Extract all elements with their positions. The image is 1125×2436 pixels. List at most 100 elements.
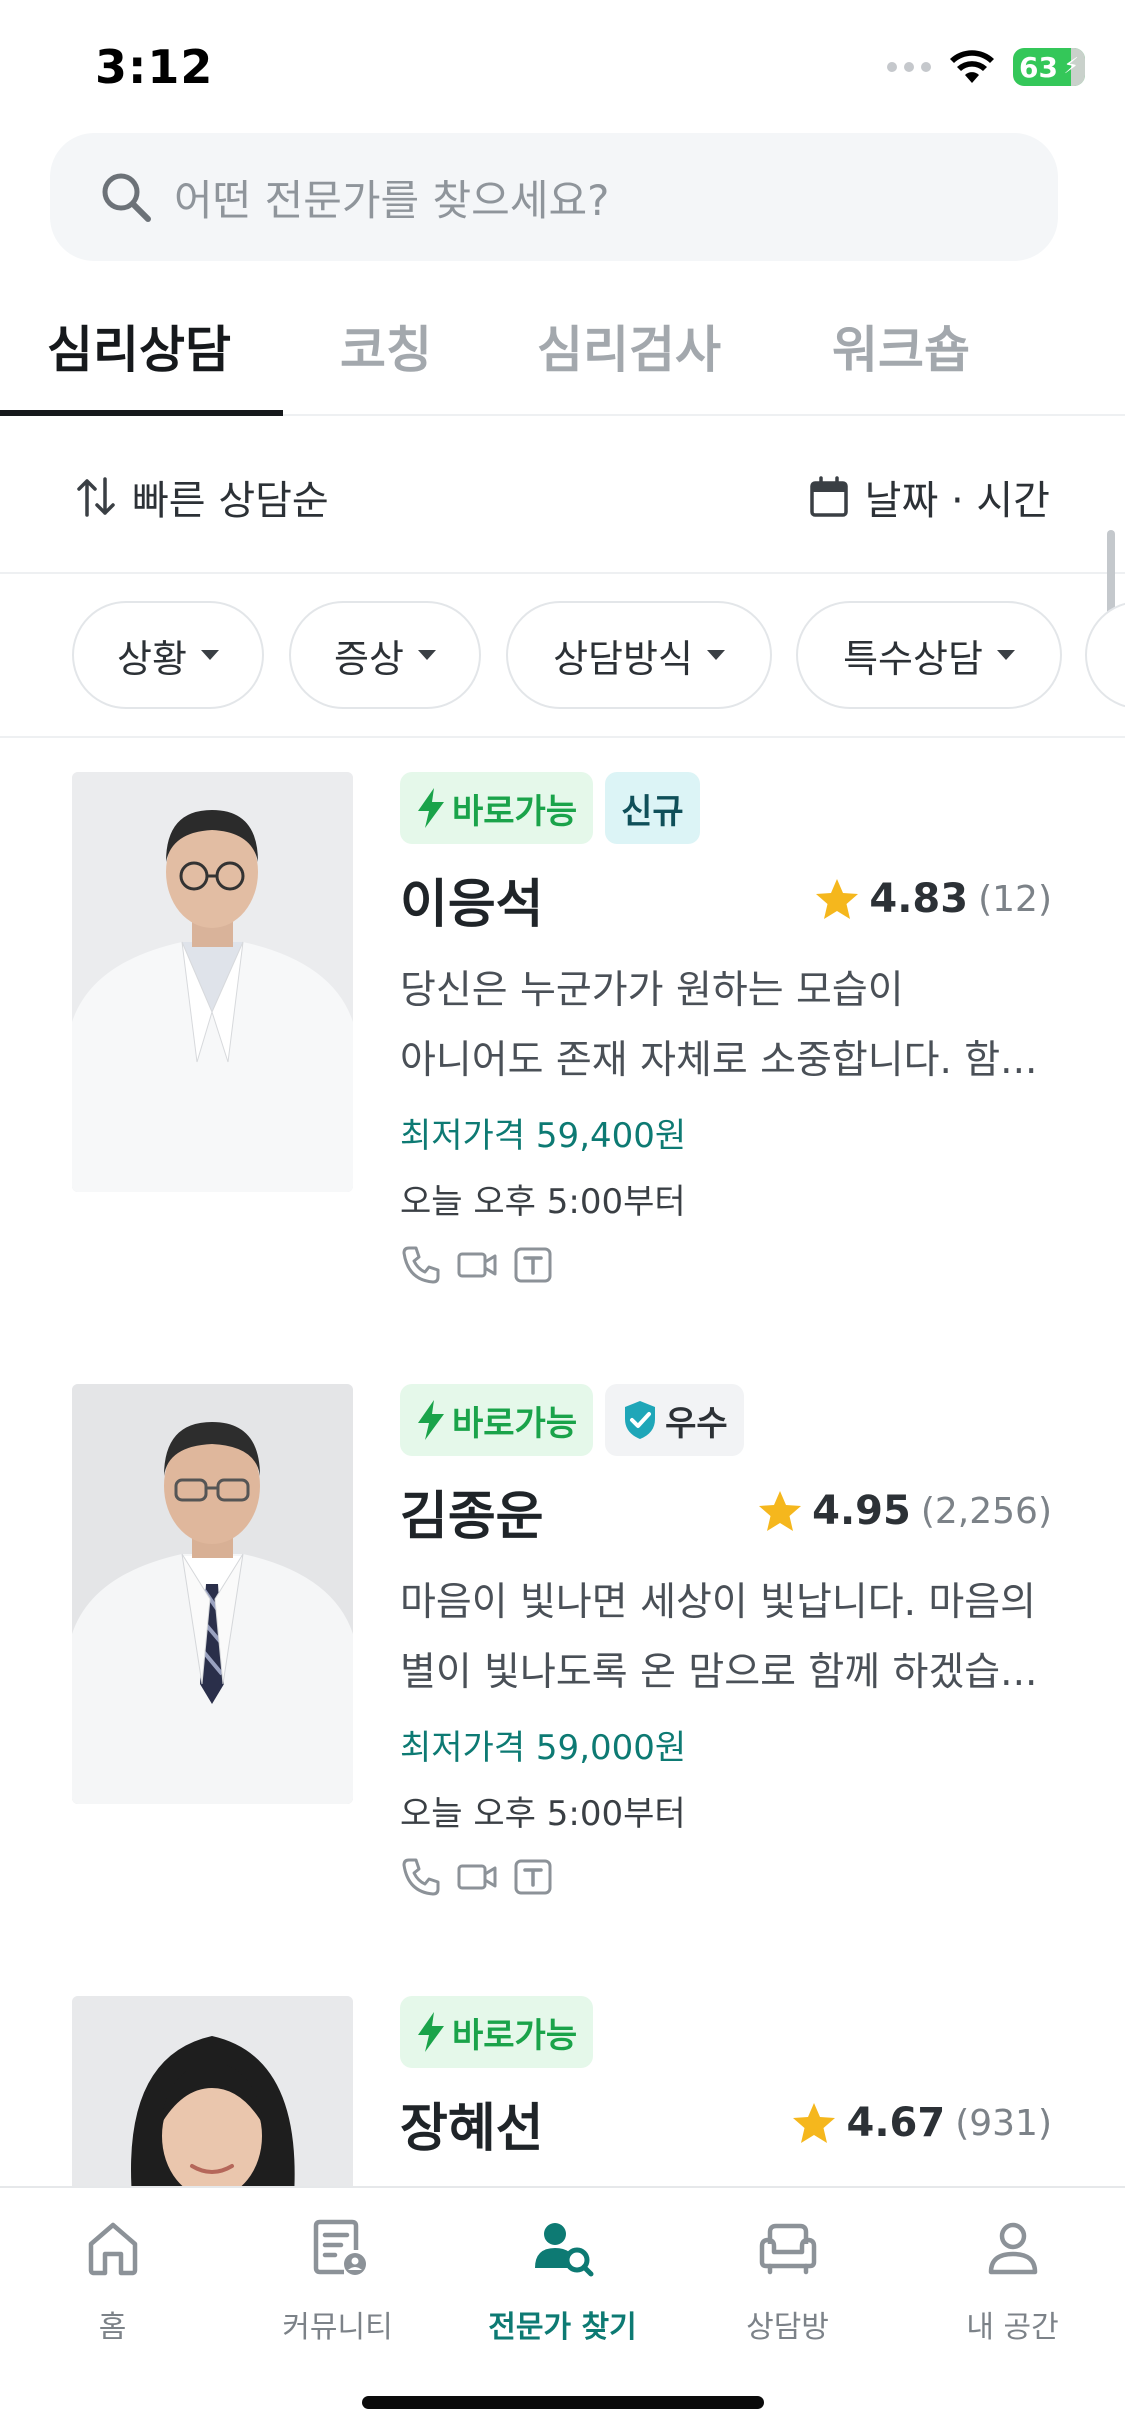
verified-shield-icon	[625, 1401, 656, 1439]
counselor-info: 바로가능 장혜선 4.67 (931)	[400, 1996, 1052, 2174]
availability-time: 오늘 오후 5:00부터	[400, 1182, 686, 1222]
badge-label: 바로가능	[452, 791, 578, 832]
sort-order-label: 빠른 상담순	[132, 478, 329, 524]
category-tabs: 심리상담 코칭 심리검사 워크숍	[0, 280, 1125, 416]
filter-symptom[interactable]: 증상	[289, 601, 481, 709]
filter-symptom-label: 증상	[334, 636, 404, 681]
badge-label: 우수	[665, 1403, 728, 1444]
counselor-description: 당신은 누군가가 원하는 모습이 아니어도 존재 자체로 소중합니다. 함...	[400, 956, 1052, 1096]
nav-my-space[interactable]: 내 공간	[900, 2216, 1125, 2346]
counselor-name: 이응석	[400, 875, 544, 935]
text-chat-icon	[514, 1859, 552, 1895]
available-now-badge: 바로가능	[400, 772, 594, 844]
caret-down-icon	[996, 650, 1015, 660]
filter-situation-label: 상황	[117, 636, 187, 681]
counselor-card[interactable]: 바로가능 신규 이응석 4.83 (12) 당신은 누군가가 원하는 모습이 아…	[0, 772, 1125, 1332]
counselor-card[interactable]: 바로가능 우수 김종운 4.95 (2,256) 마음이 빛나면 세상이 빛납니…	[0, 1384, 1125, 1944]
available-now-badge: 바로가능	[400, 1996, 594, 2068]
review-count: (2,256)	[920, 1490, 1052, 1532]
counselor-photo	[72, 1996, 353, 2186]
home-indicator[interactable]	[362, 2396, 764, 2409]
find-expert-icon	[534, 2223, 593, 2277]
badge-row: 바로가능 우수	[400, 1384, 1052, 1456]
counselor-photo	[72, 772, 353, 1192]
nav-label: 상담방	[746, 2310, 829, 2345]
battery-level: 63	[1019, 50, 1058, 84]
nav-find-expert[interactable]: 전문가 찾기	[450, 2216, 675, 2346]
lowest-price: 최저가격 59,400원	[400, 1116, 687, 1156]
badge-row: 바로가능	[400, 1996, 1052, 2068]
sort-icon	[77, 477, 115, 517]
phone-icon	[402, 1246, 440, 1284]
filter-more[interactable]	[1085, 601, 1125, 709]
nav-counseling-room[interactable]: 상담방	[675, 2216, 900, 2346]
tab-counseling[interactable]: 심리상담	[47, 310, 231, 382]
filter-special-counseling[interactable]: 특수상담	[796, 601, 1062, 709]
rating: 4.67 (931)	[792, 2100, 1052, 2146]
status-indicators: 63 ⚡	[887, 48, 1085, 86]
filter-situation[interactable]: 상황	[72, 601, 264, 709]
sort-order-button[interactable]: 빠른 상담순	[76, 468, 329, 526]
search-bar[interactable]: 어떤 전문가를 찾으세요?	[50, 133, 1058, 261]
counselor-card[interactable]: 바로가능 장혜선 4.67 (931)	[0, 1996, 1125, 2186]
status-bar: 3:12 63 ⚡	[0, 0, 1125, 132]
video-icon	[457, 1864, 497, 1890]
phone-icon	[402, 1858, 440, 1896]
date-time-label: 날짜 · 시간	[864, 478, 1050, 524]
tab-workshop[interactable]: 워크숍	[832, 310, 970, 382]
review-count: (12)	[978, 878, 1052, 920]
nav-label: 커뮤니티	[282, 2310, 393, 2345]
tab-coaching[interactable]: 코칭	[340, 310, 432, 382]
wifi-icon	[950, 50, 994, 83]
community-icon	[313, 2219, 366, 2275]
caret-down-icon	[417, 650, 436, 660]
nav-label: 홈	[98, 2310, 127, 2345]
home-icon	[88, 2222, 137, 2276]
sofa-icon	[759, 2223, 816, 2275]
lightning-icon	[418, 788, 444, 828]
badge-label: 신규	[621, 791, 684, 832]
nav-label: 내 공간	[966, 2310, 1059, 2345]
description-line: 마음이 빛나면 세상이 빛납니다. 마음의	[400, 1580, 1037, 1625]
lowest-price: 최저가격 59,000원	[400, 1728, 687, 1768]
counselor-photo	[72, 1384, 353, 1804]
counselor-name: 김종운	[400, 1487, 544, 1547]
star-icon	[793, 2103, 836, 2143]
counseling-methods	[400, 1856, 1052, 1898]
nav-label: 전문가 찾기	[488, 2310, 637, 2345]
nav-community[interactable]: 커뮤니티	[225, 2216, 450, 2346]
star-icon	[816, 879, 859, 919]
video-icon	[457, 1252, 497, 1278]
nav-home[interactable]: 홈	[0, 2216, 225, 2346]
star-icon	[759, 1491, 802, 1531]
review-count: (931)	[955, 2102, 1052, 2144]
lightning-icon	[418, 1400, 444, 1440]
counselor-info: 바로가능 우수 김종운 4.95 (2,256) 마음이 빛나면 세상이 빛납니…	[400, 1384, 1052, 1898]
tab-psych-test[interactable]: 심리검사	[537, 310, 721, 382]
available-now-badge: 바로가능	[400, 1384, 594, 1456]
caret-down-icon	[200, 650, 219, 660]
availability-time: 오늘 오후 5:00부터	[400, 1794, 686, 1834]
active-tab-indicator	[0, 410, 283, 416]
counselor-name: 장혜선	[400, 2099, 544, 2159]
counseling-methods	[400, 1244, 1052, 1286]
cellular-signal-icon	[887, 62, 931, 72]
lightning-icon	[418, 2012, 444, 2052]
description-line: 당신은 누군가가 원하는 모습이	[400, 968, 904, 1013]
date-time-filter-button[interactable]: 날짜 · 시간	[809, 468, 1050, 526]
filter-special-label: 특수상담	[843, 636, 983, 681]
sort-row: 빠른 상담순 날짜 · 시간	[0, 418, 1125, 574]
rating-score: 4.67	[846, 2100, 946, 2146]
search-placeholder: 어떤 전문가를 찾으세요?	[174, 175, 610, 225]
excellent-badge: 우수	[605, 1384, 744, 1456]
battery-icon: 63 ⚡	[1013, 48, 1085, 86]
badge-row: 바로가능 신규	[400, 772, 1052, 844]
filter-counseling-method[interactable]: 상담방식	[506, 601, 772, 709]
rating-score: 4.95	[812, 1488, 911, 1534]
counselor-info: 바로가능 신규 이응석 4.83 (12) 당신은 누군가가 원하는 모습이 아…	[400, 772, 1052, 1286]
filter-chips: 상황 증상 상담방식 특수상담	[0, 576, 1125, 738]
description-line: 별이 빛나도록 온 맘으로 함께 하겠습...	[400, 1650, 1038, 1695]
text-chat-icon	[514, 1247, 552, 1283]
badge-label: 바로가능	[452, 1403, 578, 1444]
badge-label: 바로가능	[452, 2015, 578, 2056]
